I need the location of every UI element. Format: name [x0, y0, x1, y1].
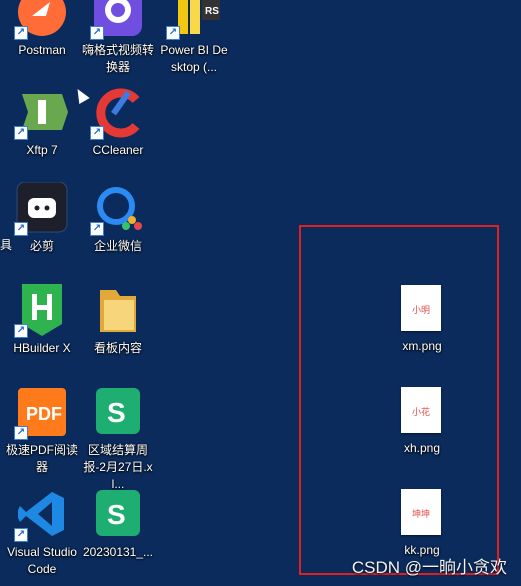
bijian-icon: ↗	[14, 181, 68, 236]
desktop-icon-label: Visual Studio Code	[7, 545, 77, 576]
ccleaner-icon: ↗	[90, 86, 144, 140]
desktop-icon-label: 嗨格式视频转换器	[82, 43, 155, 74]
file-xm-png[interactable]: 小明 xm.png	[386, 284, 458, 355]
desktop-icon-label: 极速PDF阅读器	[6, 443, 79, 474]
desktop-icon-label: 区域结算周报-2月27日.xl...	[83, 443, 153, 491]
desktop-icon-label: Postman	[18, 43, 66, 57]
file-xh-png[interactable]: 小花 xh.png	[386, 386, 458, 457]
folder-icon	[92, 284, 144, 336]
svg-text:PDF: PDF	[26, 404, 62, 424]
desktop-icon-label: 20230131_...	[82, 545, 154, 559]
shortcut-arrow-icon: ↗	[14, 528, 28, 542]
xftp-icon: ↗	[14, 86, 68, 140]
desktop-icon-label: 必剪	[29, 239, 54, 253]
png-thumbnail-icon: 坤坤	[401, 489, 441, 535]
desktop-icon-label: 企业微信	[93, 239, 142, 253]
desktop-icon-quyu-report[interactable]: S 区域结算周报-2月27日.xl...	[82, 386, 154, 493]
desktop-icon-label: Xftp 7	[26, 143, 58, 157]
desktop-icon-hbuilder[interactable]: ↗ HBuilder X	[6, 284, 78, 357]
desktop-icon-kanban-folder[interactable]: 看板内容	[82, 284, 154, 357]
shortcut-arrow-icon: ↗	[14, 26, 28, 40]
desktop-icon-label: CCleaner	[92, 143, 144, 157]
watermark: CSDN @一晌小贪欢	[351, 558, 507, 577]
wps-sheet-icon: S	[92, 488, 144, 540]
desktop-icon-power-bi[interactable]: RS ↗ Power BI Desktop (...	[158, 0, 230, 76]
desktop-icon-label: HBuilder X	[13, 341, 71, 355]
svg-text:RS: RS	[205, 6, 219, 17]
desktop-icon-label: 看板内容	[93, 341, 142, 355]
shortcut-arrow-icon: ↗	[166, 26, 180, 40]
svg-text:S: S	[107, 499, 126, 530]
wps-sheet-icon: S	[92, 386, 144, 438]
shortcut-arrow-icon: ↗	[14, 222, 28, 236]
png-thumbnail-icon: 小明	[401, 285, 441, 331]
shortcut-arrow-icon: ↗	[14, 426, 28, 440]
desktop-icon-heige-converter[interactable]: ↗ 嗨格式视频转换器	[82, 0, 154, 76]
desktop-icon-wecom[interactable]: ↗ 企业微信	[82, 182, 154, 255]
pdf-reader-icon: PDF ↗	[14, 386, 68, 440]
desktop-icon-bijian[interactable]: ↗ 必剪	[6, 181, 78, 255]
shortcut-arrow-icon: ↗	[14, 324, 28, 338]
shortcut-arrow-icon: ↗	[90, 126, 104, 140]
vscode-icon: ↗	[14, 488, 68, 542]
desktop-icon-label: Power BI Desktop (...	[160, 43, 228, 74]
desktop-icon-pdf-reader[interactable]: PDF ↗ 极速PDF阅读器	[6, 386, 78, 476]
shortcut-arrow-icon: ↗	[14, 126, 28, 140]
shortcut-arrow-icon: ↗	[90, 26, 104, 40]
desktop-icon-vscode[interactable]: ↗ Visual Studio Code	[6, 488, 78, 578]
file-label: xm.png	[402, 339, 442, 353]
desktop-icon-20230131[interactable]: S 20230131_...	[82, 488, 154, 561]
hbuilder-icon: ↗	[14, 284, 68, 338]
desktop-icon-xftp[interactable]: ↗ Xftp 7	[6, 86, 78, 159]
desktop-icon-ccleaner[interactable]: ↗ CCleaner	[82, 86, 154, 159]
shortcut-arrow-icon: ↗	[90, 222, 104, 236]
postman-icon: ↗	[14, 0, 68, 40]
desktop: 具 ↗ Postman ↗ 嗨格式视频转换器 RS ↗ Power BI Des…	[0, 0, 521, 586]
power-bi-icon: RS ↗	[166, 0, 220, 40]
heige-converter-icon: ↗	[90, 0, 144, 40]
svg-text:S: S	[107, 397, 126, 428]
png-thumbnail-icon: 小花	[401, 387, 441, 433]
file-kk-png[interactable]: 坤坤 kk.png	[386, 488, 458, 559]
desktop-icon-postman[interactable]: ↗ Postman	[6, 0, 78, 59]
wecom-icon: ↗	[90, 182, 144, 236]
file-label: xh.png	[403, 441, 441, 455]
